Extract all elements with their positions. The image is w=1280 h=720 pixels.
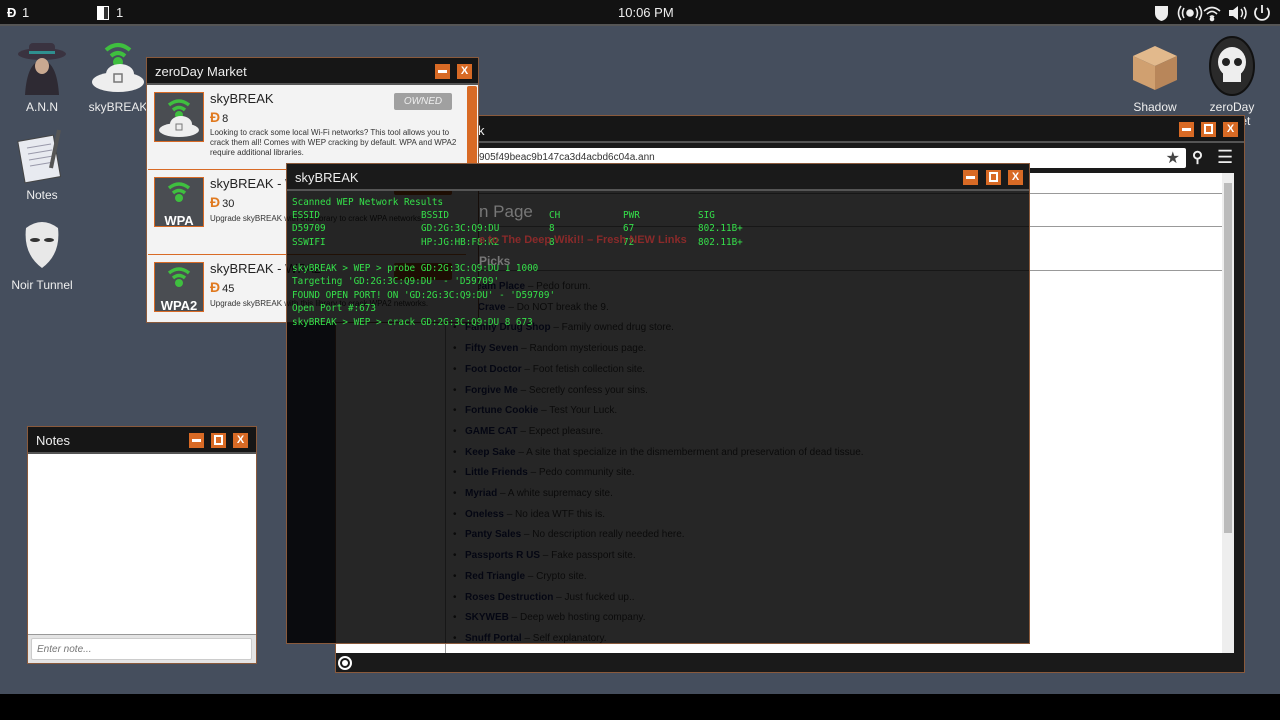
wifi-wpa-icon: WPA <box>154 177 204 228</box>
wifi-cloud-icon <box>154 92 204 142</box>
close-button[interactable]: X <box>233 433 248 448</box>
minimize-button[interactable] <box>1179 122 1194 137</box>
search-icon[interactable]: ⚲ <box>1192 148 1203 166</box>
item-price: Ð 45 <box>210 279 235 295</box>
close-button[interactable]: X <box>1223 122 1238 137</box>
desktop-icon-ann[interactable]: A.N.N <box>4 40 80 114</box>
column-header: PWR <box>623 210 640 221</box>
skull-icon <box>1209 36 1255 96</box>
status-circle-icon <box>338 656 352 670</box>
taskbar <box>0 694 1280 720</box>
item-description: Looking to crack some local Wi-Fi networ… <box>210 128 457 157</box>
column-header: BSSID <box>421 210 449 221</box>
table-cell: 8 <box>549 223 555 234</box>
hooded-figure-icon <box>18 43 66 95</box>
log-line: Targeting 'GD:2G:3C:Q9:DU' - 'D59709' <box>292 276 500 288</box>
shield-skull-icon <box>1155 6 1168 21</box>
power-icon <box>1254 5 1270 21</box>
menu-icon[interactable]: ☰ <box>1217 147 1233 168</box>
desktop-icon-label: A.N.N <box>25 100 58 114</box>
log-line: FOUND OPEN PORT! ON 'GD:2G:3C:Q9:DU' - '… <box>292 289 556 301</box>
table-cell: 802.11B+ <box>698 223 743 234</box>
wifi-cloud-icon <box>92 43 144 92</box>
item-name: skyBREAK <box>210 91 274 106</box>
wifi-wpa2-icon: WPA2 <box>154 262 204 313</box>
table-cell: 802.11B+ <box>698 236 743 248</box>
log-line: Open Port #:673 <box>292 303 376 315</box>
desktop-icon-label: Noir Tunnel <box>11 278 73 292</box>
bitcoin-icon: Ð <box>210 279 221 295</box>
desktop-icon-label: Notes <box>26 188 58 202</box>
scrollbar[interactable] <box>467 86 477 170</box>
page-heading: n Page <box>479 202 533 221</box>
note-input[interactable] <box>31 638 252 660</box>
minimize-button[interactable] <box>963 170 978 185</box>
volume-icon <box>1229 6 1247 20</box>
table-cell: D59709 <box>292 223 326 234</box>
minimize-button[interactable] <box>435 64 450 79</box>
owned-button[interactable]: OWNED <box>394 93 452 110</box>
welcome-banner[interactable]: e to The Deep Wiki!! – Fresh NEW Links <box>479 234 687 246</box>
package-box-icon <box>1133 46 1177 90</box>
scrollbar[interactable] <box>1222 173 1234 653</box>
system-tray[interactable] <box>1153 4 1273 22</box>
desktop-icon-skybreak[interactable]: skyBREAK <box>80 40 156 114</box>
mask-icon <box>25 222 59 268</box>
url-text: 905f49beac9b147ca3d4acbd6c04a.ann <box>479 152 655 163</box>
wifi-icon <box>1203 6 1221 22</box>
bitcoin-icon: Ð <box>210 109 221 125</box>
window-title: Notes <box>36 433 70 448</box>
bookmark-star-icon[interactable]: ★ <box>1166 148 1180 168</box>
door-count: 1 <box>116 5 124 20</box>
desktop-icon-label: skyBREAK <box>88 100 148 114</box>
broadcast-icon <box>1177 5 1203 21</box>
bitcoin-icon: Ð <box>210 194 221 210</box>
table-cell: SSWIFI <box>292 236 326 248</box>
maximize-button[interactable] <box>986 170 1001 185</box>
column-header: SIG <box>698 210 715 221</box>
bitcoin-icon: Ð <box>7 5 17 20</box>
market-item[interactable]: skyBREAK Ð8 Looking to crack some local … <box>148 85 466 170</box>
coin-count: 1 <box>22 5 30 20</box>
door-icon <box>97 6 109 20</box>
column-header: CH <box>549 210 561 221</box>
clock: 10:06 PM <box>618 5 674 20</box>
terminal-title-bar[interactable]: skyBREAK <box>287 164 1029 191</box>
table-cell: GD:2G:3C:Q9:DU <box>421 223 500 234</box>
window-title: skyBREAK <box>295 170 359 185</box>
notes-window: Notes X <box>27 426 257 664</box>
maximize-button[interactable] <box>1201 122 1216 137</box>
window-title: zeroDay Market <box>155 64 247 79</box>
desktop-icon-notes[interactable]: Notes <box>4 128 80 202</box>
item-price: Ð 30 <box>210 194 235 210</box>
scan-header: Scanned WEP Network Results <box>292 197 444 208</box>
close-button[interactable]: X <box>1008 170 1023 185</box>
top-bar: Ð 1 1 10:06 PM <box>0 0 1280 26</box>
table-cell: 67 <box>623 223 635 234</box>
market-title-bar[interactable]: zeroDay Market <box>147 58 478 85</box>
maximize-button[interactable] <box>211 433 226 448</box>
minimize-button[interactable] <box>189 433 204 448</box>
picks-heading: Picks <box>479 254 511 268</box>
close-button[interactable]: X <box>457 64 472 79</box>
item-price: Ð8 <box>210 109 229 125</box>
log-line: skyBREAK > WEP > crack GD:2G:3C:Q9:DU 8 … <box>292 316 533 328</box>
desktop-icon-noir-tunnel[interactable]: Noir Tunnel <box>4 218 80 292</box>
column-header: ESSID <box>292 210 320 221</box>
notepad-icon <box>17 129 62 184</box>
